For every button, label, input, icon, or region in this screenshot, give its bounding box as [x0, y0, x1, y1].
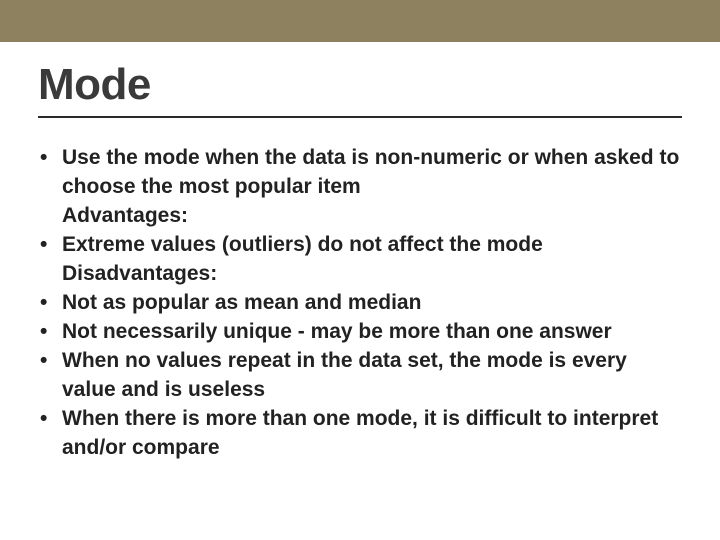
- slide-body: • Use the mode when the data is non-nume…: [38, 144, 682, 463]
- bullet-icon: •: [38, 231, 62, 260]
- bullet-dis3: • When no values repeat in the data set,…: [38, 347, 682, 405]
- bullet-text: Use the mode when the data is non-numeri…: [62, 144, 682, 202]
- bullet-adv1: • Extreme values (outliers) do not affec…: [38, 231, 682, 260]
- bullet-text: When no values repeat in the data set, t…: [62, 347, 682, 405]
- bullet-icon: •: [38, 405, 62, 434]
- bullet-intro: • Use the mode when the data is non-nume…: [38, 144, 682, 202]
- advantages-label: Advantages:: [38, 202, 682, 231]
- bullet-icon: •: [38, 289, 62, 318]
- bullet-dis1: • Not as popular as mean and median: [38, 289, 682, 318]
- disadvantages-label: Disadvantages:: [38, 260, 682, 289]
- bullet-icon: •: [38, 318, 62, 347]
- title-divider: [38, 116, 682, 118]
- bullet-text: Extreme values (outliers) do not affect …: [62, 231, 682, 260]
- slide-content: Mode • Use the mode when the data is non…: [0, 42, 720, 483]
- bullet-icon: •: [38, 347, 62, 376]
- bullet-dis4: • When there is more than one mode, it i…: [38, 405, 682, 463]
- slide-title: Mode: [38, 60, 682, 110]
- bullet-icon: •: [38, 144, 62, 173]
- bullet-dis2: • Not necessarily unique - may be more t…: [38, 318, 682, 347]
- slide-accent-bar: [0, 0, 720, 42]
- bullet-text: When there is more than one mode, it is …: [62, 405, 682, 463]
- bullet-text: Not necessarily unique - may be more tha…: [62, 318, 682, 347]
- bullet-text: Not as popular as mean and median: [62, 289, 682, 318]
